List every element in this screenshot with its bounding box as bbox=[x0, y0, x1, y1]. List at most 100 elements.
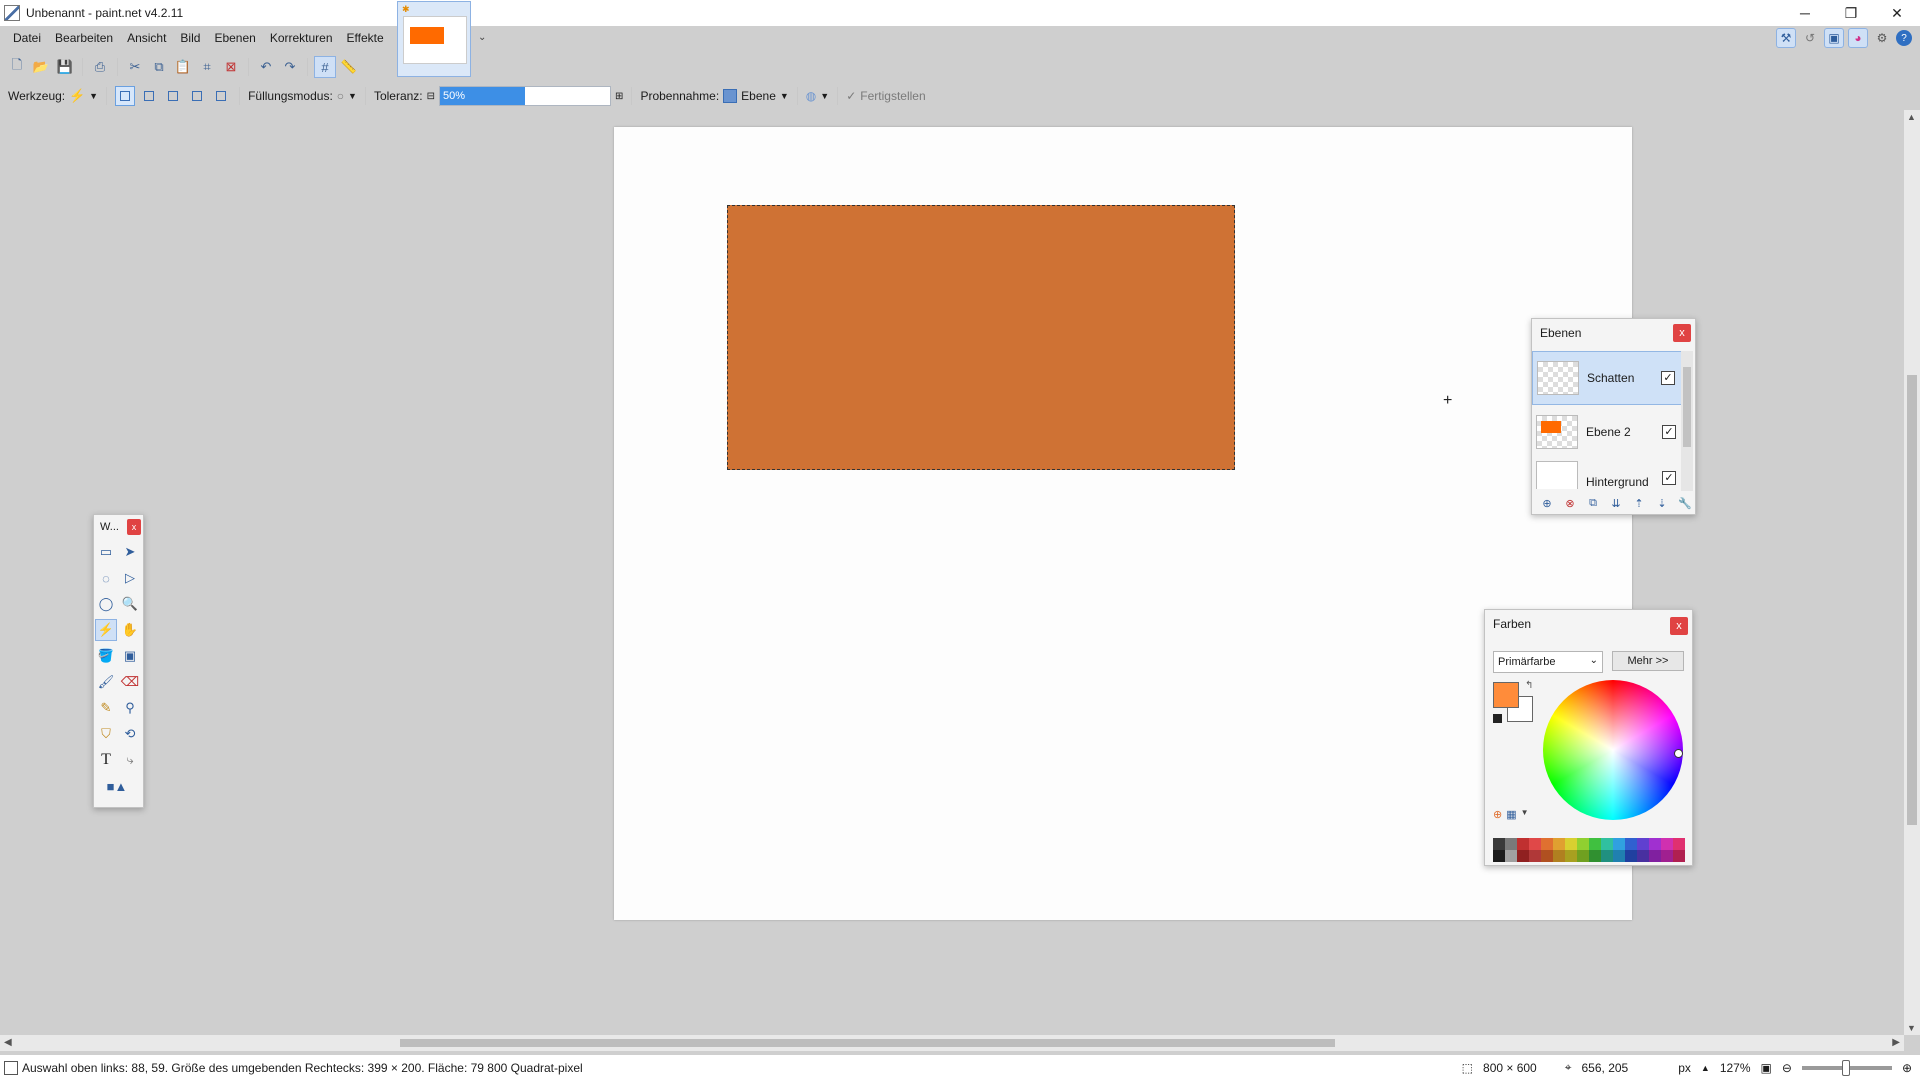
layers-window-toggle-icon[interactable]: ▣ bbox=[1824, 28, 1844, 48]
flood-mode-dropdown-icon[interactable]: ▼ bbox=[348, 91, 357, 101]
print-icon[interactable]: ⎙ bbox=[89, 56, 111, 78]
colors-window-close-button[interactable]: x bbox=[1670, 617, 1688, 635]
palette-swatch[interactable] bbox=[1529, 850, 1541, 862]
canvas-workspace[interactable] bbox=[0, 110, 1904, 1035]
pencil-tool-icon[interactable]: ✎ bbox=[95, 697, 117, 719]
menu-korrekturen[interactable]: Korrekturen bbox=[263, 28, 340, 48]
save-icon[interactable]: 💾 bbox=[54, 56, 76, 78]
crop-icon[interactable]: ⌗ bbox=[196, 56, 218, 78]
move-layer-up-icon[interactable]: ⇡ bbox=[1630, 494, 1648, 512]
palette-swatch[interactable] bbox=[1565, 838, 1577, 850]
layer-item-hintergrund[interactable]: Hintergrund ✓ bbox=[1532, 459, 1682, 489]
colors-window-header[interactable]: Farben x bbox=[1485, 610, 1692, 638]
palette-swatch[interactable] bbox=[1517, 838, 1529, 850]
menu-effekte[interactable]: Effekte bbox=[340, 28, 391, 48]
palette-swatch[interactable] bbox=[1541, 838, 1553, 850]
menu-bearbeiten[interactable]: Bearbeiten bbox=[48, 28, 120, 48]
deselect-icon[interactable]: ⊠ bbox=[220, 56, 242, 78]
color-wheel-marker[interactable] bbox=[1674, 749, 1683, 758]
clone-stamp-tool-icon[interactable]: ⛉ bbox=[95, 723, 117, 745]
antialias-icon[interactable]: ◍ bbox=[806, 89, 816, 103]
tools-window-header[interactable]: W... x bbox=[94, 515, 143, 539]
eraser-tool-icon[interactable]: ⌫ bbox=[119, 671, 141, 693]
duplicate-layer-icon[interactable]: ⧉ bbox=[1584, 494, 1602, 512]
colors-window-toggle-icon[interactable]: ◕ bbox=[1848, 28, 1868, 48]
scroll-down-icon[interactable]: ▼ bbox=[1907, 1023, 1916, 1033]
selection-mode-exclude[interactable] bbox=[163, 86, 183, 106]
fertigstellen-button[interactable]: Fertigstellen bbox=[860, 89, 925, 103]
tool-dropdown-arrow-icon[interactable]: ▼ bbox=[89, 91, 98, 101]
zoom-tool-icon[interactable]: 🔍 bbox=[119, 593, 141, 615]
sampling-layer-icon[interactable] bbox=[723, 89, 738, 103]
primary-color-swatch[interactable] bbox=[1493, 682, 1519, 708]
delete-layer-icon[interactable]: ⊗ bbox=[1561, 494, 1579, 512]
selection-mode-replace[interactable] bbox=[115, 86, 136, 106]
menu-ebenen[interactable]: Ebenen bbox=[207, 28, 262, 48]
redo-icon[interactable]: ↷ bbox=[279, 56, 301, 78]
palette-swatch[interactable] bbox=[1529, 838, 1541, 850]
zoom-slider[interactable] bbox=[1801, 1059, 1892, 1076]
lasso-select-tool-icon[interactable]: ◌ bbox=[95, 567, 117, 589]
selection-mode-invert[interactable] bbox=[211, 86, 231, 106]
shapes-tool-icon[interactable]: ■▲ bbox=[95, 775, 139, 797]
palette-swatch[interactable] bbox=[1565, 850, 1577, 862]
probennahme-value[interactable]: Ebene bbox=[741, 89, 776, 103]
layer-visibility-checkbox[interactable]: ✓ bbox=[1662, 425, 1676, 439]
palette-swatch[interactable] bbox=[1601, 850, 1613, 862]
palette-swatch[interactable] bbox=[1637, 838, 1649, 850]
palette-swatch[interactable] bbox=[1649, 838, 1661, 850]
palette-swatch[interactable] bbox=[1673, 838, 1685, 850]
menu-bild[interactable]: Bild bbox=[173, 28, 207, 48]
tolerance-decrease-icon[interactable]: ⊟ bbox=[427, 91, 435, 102]
tolerance-slider[interactable]: 50% bbox=[439, 86, 612, 106]
fit-window-icon[interactable]: ▣ bbox=[1761, 1061, 1772, 1075]
recolor-tool-icon[interactable]: ⟲ bbox=[119, 723, 141, 745]
text-tool-icon[interactable]: T bbox=[95, 749, 117, 771]
palette-swatch[interactable] bbox=[1661, 850, 1673, 862]
move-selected-pixels-tool-icon[interactable]: ➤ bbox=[119, 541, 141, 563]
palette-swatch[interactable] bbox=[1589, 838, 1601, 850]
ruler-icon[interactable]: 📏 bbox=[338, 56, 360, 78]
menu-ansicht[interactable]: Ansicht bbox=[120, 28, 173, 48]
horizontal-scrollbar[interactable]: ◀ ▶ bbox=[0, 1035, 1904, 1051]
layer-visibility-checkbox[interactable]: ✓ bbox=[1661, 371, 1675, 385]
cut-icon[interactable]: ✂ bbox=[124, 56, 146, 78]
palette-swatch[interactable] bbox=[1625, 850, 1637, 862]
copy-icon[interactable]: ⧉ bbox=[148, 56, 170, 78]
close-window-button[interactable]: ✕ bbox=[1874, 0, 1920, 26]
palette-swatch[interactable] bbox=[1589, 850, 1601, 862]
merge-layer-down-icon[interactable]: ⇊ bbox=[1607, 494, 1625, 512]
palette-swatch[interactable] bbox=[1601, 838, 1613, 850]
layers-window-header[interactable]: Ebenen x bbox=[1532, 319, 1695, 347]
color-picker-tool-icon[interactable]: ⚲ bbox=[119, 697, 141, 719]
tools-window-close-button[interactable]: x bbox=[127, 519, 141, 535]
tab-list-chevron-icon[interactable]: ⌄ bbox=[478, 32, 486, 43]
paste-icon[interactable]: 📋 bbox=[172, 56, 194, 78]
paint-bucket-tool-icon[interactable]: 🪣 bbox=[95, 645, 117, 667]
image-canvas[interactable] bbox=[614, 127, 1632, 920]
ellipse-select-tool-icon[interactable]: ◯ bbox=[95, 593, 117, 615]
magic-wand-tool-icon[interactable]: ⚡ bbox=[69, 85, 85, 107]
unit-dropdown-icon[interactable]: ▲ bbox=[1701, 1063, 1710, 1073]
palette-swatch[interactable] bbox=[1553, 850, 1565, 862]
restore-button[interactable]: ❐ bbox=[1828, 0, 1874, 26]
zoom-out-icon[interactable]: ⊖ bbox=[1782, 1061, 1792, 1075]
palette-swatch[interactable] bbox=[1577, 850, 1589, 862]
palette-swatch[interactable] bbox=[1541, 850, 1553, 862]
palette-swatch[interactable] bbox=[1661, 838, 1673, 850]
selected-orange-rectangle[interactable] bbox=[727, 205, 1235, 470]
move-layer-down-icon[interactable]: ⇣ bbox=[1653, 494, 1671, 512]
palette-swatch[interactable] bbox=[1517, 850, 1529, 862]
paintbrush-tool-icon[interactable]: 🖌 bbox=[95, 671, 117, 693]
line-curve-tool-icon[interactable]: ⤷ bbox=[119, 749, 141, 771]
gradient-tool-icon[interactable]: ▣ bbox=[119, 645, 141, 667]
settings-gear-icon[interactable]: ⚙ bbox=[1872, 28, 1892, 48]
help-icon[interactable]: ? bbox=[1896, 30, 1912, 46]
palette-swatch[interactable] bbox=[1649, 850, 1661, 862]
scroll-up-icon[interactable]: ▲ bbox=[1907, 112, 1916, 122]
history-window-toggle-icon[interactable]: ↺ bbox=[1800, 28, 1820, 48]
palette-swatch[interactable] bbox=[1505, 850, 1517, 862]
horizontal-scroll-thumb[interactable] bbox=[400, 1039, 1335, 1047]
menu-datei[interactable]: Datei bbox=[6, 28, 48, 48]
layers-window-close-button[interactable]: x bbox=[1673, 324, 1691, 342]
